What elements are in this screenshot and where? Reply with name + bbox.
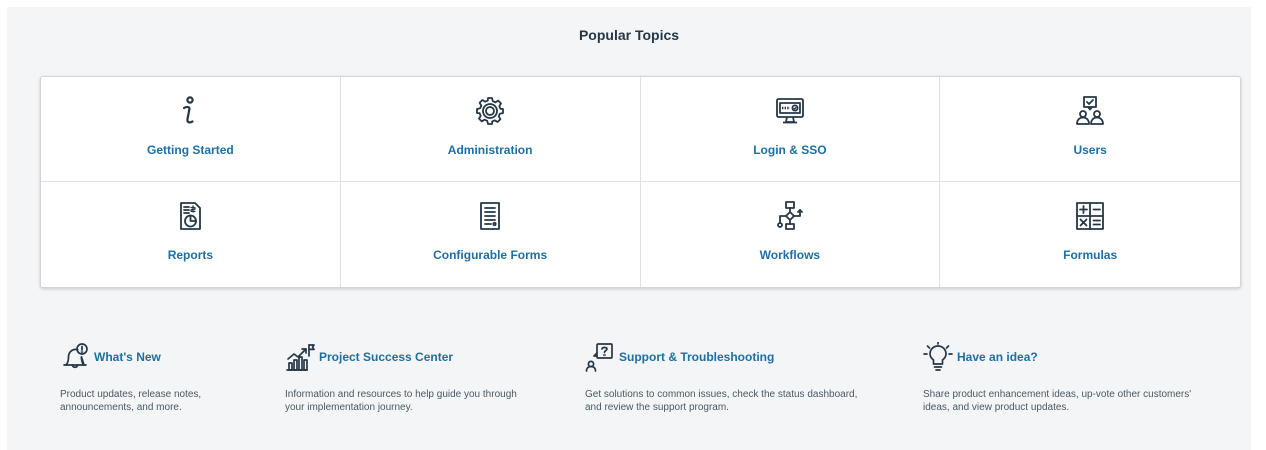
tile-label: Formulas — [1063, 248, 1118, 262]
description-line: your implementation journey. — [285, 402, 413, 413]
description-line: and review the support program. — [585, 402, 729, 413]
tile-workflows[interactable]: Workflows — [641, 182, 941, 287]
feature-description: Information and resources to help guide … — [285, 388, 575, 414]
tile-configurable-forms[interactable]: Configurable Forms — [341, 182, 641, 287]
report-icon — [174, 200, 206, 232]
users-icon — [1074, 95, 1106, 127]
feature-description: Get solutions to common issues, check th… — [585, 388, 905, 414]
feature-link-have-an-idea[interactable]: Have an idea? — [923, 342, 1243, 372]
feature-title: Project Success Center — [319, 350, 454, 364]
info-icon — [174, 95, 206, 127]
feature-title: Support & Troubleshooting — [619, 350, 775, 364]
feature-have-an-idea: Have an idea? Share product enhancement … — [923, 342, 1243, 414]
tile-formulas[interactable]: Formulas — [940, 182, 1240, 287]
bell-icon — [60, 342, 90, 372]
description-line: Information and resources to help guide … — [285, 389, 517, 400]
tile-label: Workflows — [759, 248, 821, 262]
lightbulb-icon — [923, 342, 953, 372]
support-question-icon — [585, 342, 615, 372]
form-icon — [474, 200, 506, 232]
feature-link-whats-new[interactable]: What's New — [60, 342, 260, 372]
feature-description: Share product enhancement ideas, up-vote… — [923, 388, 1243, 414]
feature-title: What's New — [94, 350, 161, 364]
tile-label: Administration — [447, 143, 533, 157]
tile-reports[interactable]: Reports — [41, 182, 341, 287]
gear-icon — [474, 95, 506, 127]
description-line: announcements, and more. — [60, 402, 182, 413]
monitor-login-icon — [774, 95, 806, 127]
tile-label: Getting Started — [147, 143, 234, 157]
tile-getting-started[interactable]: Getting Started — [41, 77, 341, 182]
tile-administration[interactable]: Administration — [340, 77, 641, 182]
feature-support-troubleshooting: Support & Troubleshooting Get solutions … — [585, 342, 905, 414]
feature-project-success-center: Project Success Center Information and r… — [285, 342, 575, 414]
growth-flag-icon — [285, 342, 315, 372]
calculator-icon — [1074, 200, 1106, 232]
popular-topics-panel: Popular Topics Getting Started Administr — [7, 7, 1251, 450]
tile-label: Login & SSO — [753, 143, 827, 157]
feature-whats-new: What's New Product updates, release note… — [60, 342, 260, 414]
tile-label: Reports — [167, 248, 214, 262]
tile-label: Configurable Forms — [433, 248, 548, 262]
feature-title: Have an idea? — [957, 350, 1038, 364]
feature-link-project-success-center[interactable]: Project Success Center — [285, 342, 575, 372]
feature-link-support-troubleshooting[interactable]: Support & Troubleshooting — [585, 342, 905, 372]
tile-login-sso[interactable]: Login & SSO — [640, 77, 941, 182]
workflow-icon — [774, 200, 806, 232]
tile-label: Users — [1073, 143, 1107, 157]
feature-description: Product updates, release notes, announce… — [60, 388, 260, 414]
description-line: Get solutions to common issues, check th… — [585, 389, 858, 400]
section-title: Popular Topics — [578, 27, 680, 43]
description-line: ideas, and view product updates. — [923, 402, 1070, 413]
description-line: Share product enhancement ideas, up-vote… — [923, 389, 1192, 400]
topics-grid: Getting Started Administration Login & S… — [40, 76, 1241, 288]
description-line: Product updates, release notes, — [60, 389, 202, 400]
tile-users[interactable]: Users — [940, 77, 1240, 182]
